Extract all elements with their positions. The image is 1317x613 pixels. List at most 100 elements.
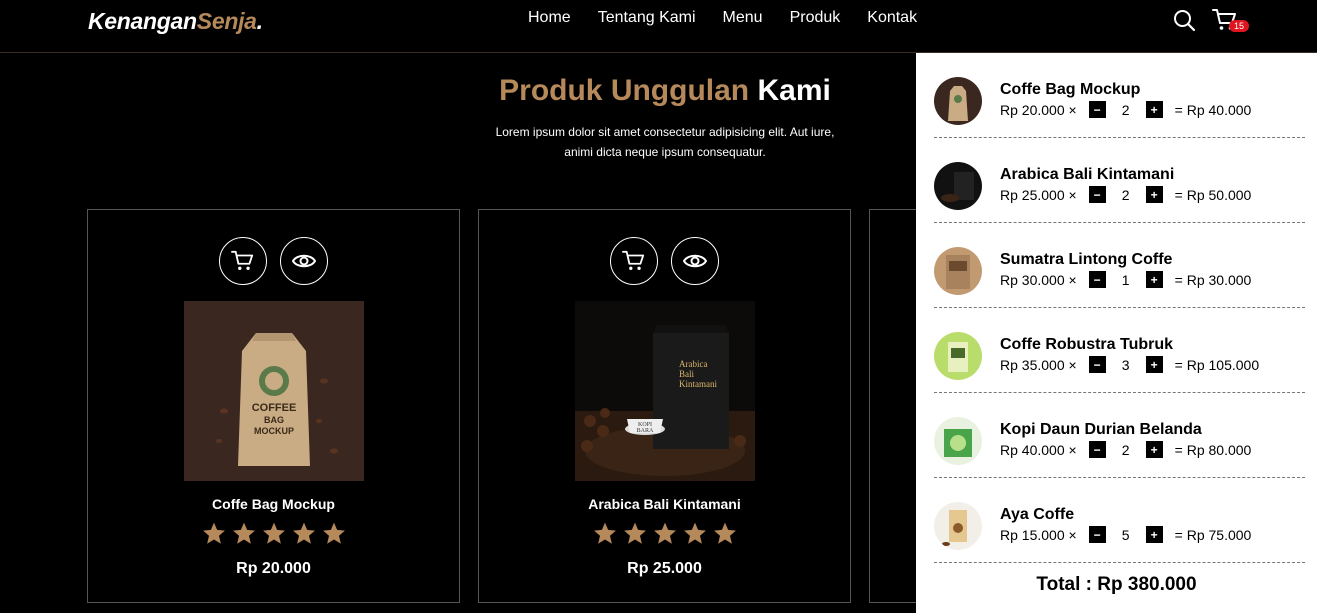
nav-link-tentang-kami[interactable]: Tentang Kami [598,9,696,27]
cart-item-name: Coffe Robustra Tubruk [1000,336,1174,353]
nav-link-home[interactable]: Home [528,9,571,27]
navbar: KenanganSenja. Home Tentang Kami Menu Pr… [0,0,1317,53]
brand-name-accent: Senja [196,8,257,34]
decrease-qty-button[interactable]: − [1088,441,1106,458]
cart-item-thumbnail [934,417,982,465]
nav-link-menu[interactable]: Menu [723,9,763,27]
cart-item: Coffe Bag Mockup Rp 20.000 × − 2 + = Rp … [934,53,1305,138]
product-card: COFFEE BAG MOCKUP Coffe Bag Mockup Rp 20… [87,209,460,603]
decrease-qty-button[interactable]: − [1088,356,1106,373]
image-text-line-2: BAG [264,415,284,425]
cart-item: Coffe Robustra Tubruk Rp 35.000 × − 3 + … [934,308,1305,393]
image-text-line-3: MOCKUP [254,426,294,436]
cart-item-name: Coffe Bag Mockup [1000,81,1141,98]
cart-item-thumbnail [934,247,982,295]
cart-item-qty: 3 [1121,356,1130,373]
star-icon [683,522,706,544]
nav-links: Home Tentang Kami Menu Produk Kontak [528,9,944,27]
increase-qty-button[interactable]: + [1145,186,1163,203]
section-subtitle: Lorem ipsum dolor sit amet consectetur a… [495,125,835,159]
cart-item-price: Rp 25.000 × [1000,186,1077,203]
cart-item-subtotal: = Rp 30.000 [1174,271,1252,288]
image-text-line-2: Bali [679,369,694,379]
cart-item-thumbnail [934,502,982,550]
product-price: Rp 25.000 [627,560,702,577]
rating-stars [88,521,459,546]
cart-item-thumbnail [934,162,982,210]
add-to-cart-button[interactable] [610,237,658,285]
cart-item-qty: 2 [1121,186,1130,203]
decrease-qty-button[interactable]: − [1088,186,1106,203]
cart-item-qty: 2 [1121,101,1130,118]
product-price: Rp 20.000 [236,560,311,577]
cart-item-qty: 1 [1121,271,1130,288]
brand-name-main: Kenangan [88,8,197,34]
star-icon [202,522,225,544]
decrease-qty-button[interactable]: − [1088,101,1106,118]
star-icon [232,522,255,544]
cart-item-thumbnail [934,77,982,125]
cart-item-subtotal: = Rp 40.000 [1174,101,1252,118]
image-text-line-1: Arabica [679,359,707,369]
increase-qty-button[interactable]: + [1145,526,1163,543]
product-name: Coffe Bag Mockup [212,496,335,512]
image-text-line-1: COFFEE [252,402,297,414]
increase-qty-button[interactable]: + [1145,356,1163,373]
view-detail-button[interactable] [671,237,719,285]
eye-icon [292,254,316,268]
cart-item-price: Rp 15.000 × [1000,526,1077,543]
brand-logo[interactable]: KenanganSenja. [88,8,263,35]
nav-icons: 15 [1172,8,1250,34]
star-icon [713,522,736,544]
brand-dot: . [256,8,263,34]
star-icon [262,522,285,544]
search-icon[interactable] [1172,8,1198,34]
cart-item-subtotal: = Rp 105.000 [1174,356,1260,373]
cart-item-name: Kopi Daun Durian Belanda [1000,421,1202,438]
cart-icon [622,250,645,270]
star-icon [322,522,345,544]
add-to-cart-button[interactable] [219,237,267,285]
rating-stars [479,521,850,546]
star-icon [623,522,646,544]
cart-item-name: Aya Coffe [1000,506,1075,523]
cart-item-price: Rp 30.000 × [1000,271,1077,288]
cart-item-subtotal: = Rp 80.000 [1174,441,1252,458]
increase-qty-button[interactable]: + [1145,441,1163,458]
section-title-accent: Produk Unggulan [499,74,750,107]
cart-item-price: Rp 20.000 × [1000,101,1077,118]
cart-count-badge: 15 [1229,20,1250,32]
product-image[interactable]: COFFEE BAG MOCKUP [184,301,364,481]
section-title-rest: Kami [757,74,831,107]
image-text-line-5: BARA [637,428,654,434]
cart-item-subtotal: = Rp 50.000 [1174,186,1252,203]
decrease-qty-button[interactable]: − [1088,526,1106,543]
product-name: Arabica Bali Kintamani [588,496,741,512]
cart-item: Sumatra Lintong Coffe Rp 30.000 × − 1 + … [934,223,1305,308]
cart-item: Aya Coffe Rp 15.000 × − 5 + = Rp 75.000 [934,478,1305,563]
star-icon [292,522,315,544]
image-text-line-3: Kintamani [679,379,717,389]
cart-icon [231,250,254,270]
nav-link-kontak[interactable]: Kontak [867,9,917,27]
cart-item-price: Rp 35.000 × [1000,356,1077,373]
cart-item-name: Sumatra Lintong Coffe [1000,251,1173,268]
cart-item-subtotal: = Rp 75.000 [1174,526,1252,543]
cart-item-qty: 5 [1121,526,1130,543]
star-icon [653,522,676,544]
view-detail-button[interactable] [280,237,328,285]
cart-item-price: Rp 40.000 × [1000,441,1077,458]
shopping-cart-panel: Coffe Bag Mockup Rp 20.000 × − 2 + = Rp … [916,53,1317,613]
cart-item-name: Arabica Bali Kintamani [1000,166,1175,183]
product-card: Arabica Bali Kintamani KOPI BARA Arabica… [478,209,851,603]
product-image[interactable]: Arabica Bali Kintamani KOPI BARA [575,301,755,481]
decrease-qty-button[interactable]: − [1088,271,1106,288]
nav-link-produk[interactable]: Produk [790,9,841,27]
cart-button[interactable]: 15 [1212,8,1250,34]
cart-item: Kopi Daun Durian Belanda Rp 40.000 × − 2… [934,393,1305,478]
cart-item-thumbnail [934,332,982,380]
cart-item: Arabica Bali Kintamani Rp 25.000 × − 2 +… [934,138,1305,223]
cart-total: Total : Rp 380.000 [1036,574,1197,595]
increase-qty-button[interactable]: + [1145,271,1163,288]
increase-qty-button[interactable]: + [1145,101,1163,118]
